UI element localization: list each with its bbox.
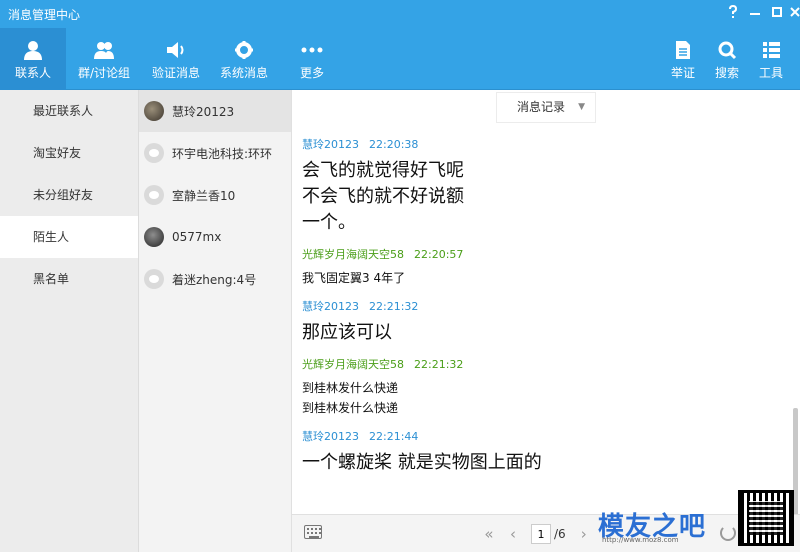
message-time: 22:21:32 [369, 300, 419, 313]
search-icon [718, 41, 737, 60]
message-time: 22:21:32 [414, 358, 464, 371]
tab-system-label: 系统消息 [219, 66, 268, 80]
contact-item[interactable]: 慧玲20123 [139, 90, 291, 132]
chat-history-panel: 消息记录 ▼ 慧玲20123 22:20:38 会飞的就觉得好飞呢 不会飞的就不好… [292, 90, 800, 552]
minimize-button[interactable] [747, 5, 763, 21]
pager: « ‹ /6 › [477, 523, 596, 545]
tools-label: 工具 [758, 66, 783, 80]
watermark-url: http://www.moz8.com [602, 536, 679, 544]
first-page-icon[interactable]: « [477, 525, 501, 543]
contact-item[interactable]: 室静兰香10 [139, 174, 291, 216]
contact-name: 室静兰香10 [172, 188, 236, 203]
message: 光辉岁月海阔天空58 22:21:32 到桂林发什么快递 到桂林发什么快递 [302, 356, 787, 418]
category-taobao-friends[interactable]: 淘宝好友 [0, 132, 138, 174]
tab-more-label: 更多 [299, 66, 324, 80]
message-line: 不会飞的就不好说额 [302, 186, 464, 207]
more-icon [301, 47, 323, 53]
gear-icon [235, 41, 253, 59]
message: 慧玲20123 22:21:32 那应该可以 [302, 298, 787, 346]
contact-list: 慧玲20123 环宇电池科技:环环 室静兰香10 0577mx 着迷zheng:… [139, 90, 292, 552]
group-icon [94, 42, 114, 59]
message-time: 22:21:44 [369, 430, 419, 443]
watermark-logo: 模友之吧 http://www.moz8.com [598, 500, 718, 546]
tab-contacts-label: 联系人 [14, 66, 51, 80]
search-button[interactable]: 搜索 [708, 28, 746, 90]
avatar [144, 227, 164, 247]
message-history-label: 消息记录 [517, 100, 566, 114]
contact-item[interactable]: 着迷zheng:4号 [139, 258, 291, 300]
report-label: 举证 [670, 66, 695, 80]
person-icon [24, 41, 42, 60]
pagination-bar: « ‹ /6 › [292, 514, 800, 552]
avatar [144, 143, 164, 163]
maximize-button[interactable] [769, 5, 785, 21]
tab-system[interactable]: 系统消息 [214, 28, 274, 90]
category-list: 最近联系人 淘宝好友 未分组好友 陌生人 黑名单 [0, 90, 139, 552]
list-icon [763, 42, 780, 58]
avatar [144, 101, 164, 121]
contact-name: 0577mx [172, 230, 222, 244]
message-line: 一个螺旋桨 就是实物图上面的 [302, 452, 542, 473]
contact-name: 慧玲20123 [172, 104, 235, 119]
message-time: 22:20:57 [414, 248, 464, 261]
next-page-icon[interactable]: › [572, 525, 596, 543]
help-icon[interactable] [725, 4, 741, 21]
sender-name[interactable]: 慧玲20123 [302, 138, 359, 151]
window-title: 消息管理中心 [8, 8, 81, 22]
message-history-dropdown[interactable]: 消息记录 ▼ [496, 92, 596, 123]
message-line: 那应该可以 [302, 322, 392, 343]
message-line: 到桂林发什么快递 [302, 381, 399, 395]
tab-groups[interactable]: 群/讨论组 [72, 28, 136, 90]
message-line: 会飞的就觉得好飞呢 [302, 160, 464, 181]
qr-code [738, 490, 794, 546]
category-ungrouped[interactable]: 未分组好友 [0, 174, 138, 216]
speaker-icon [167, 42, 184, 58]
document-icon [676, 41, 690, 59]
tools-button[interactable]: 工具 [752, 28, 790, 90]
prev-page-icon[interactable]: ‹ [501, 525, 525, 543]
sender-name[interactable]: 慧玲20123 [302, 430, 359, 443]
main-toolbar: 联系人 群/讨论组 验证消息 系统消息 更多 举证 搜索 工具 [0, 28, 800, 90]
message: 慧玲20123 22:20:38 会飞的就觉得好飞呢 不会飞的就不好说额 一个。 [302, 136, 787, 236]
tab-contacts[interactable]: 联系人 [0, 28, 66, 90]
message-list: 慧玲20123 22:20:38 会飞的就觉得好飞呢 不会飞的就不好说额 一个。 … [302, 136, 787, 508]
page-number-input[interactable] [531, 524, 551, 544]
avatar [144, 185, 164, 205]
title-bar: 消息管理中心 [0, 0, 800, 28]
sender-name[interactable]: 光辉岁月海阔天空58 [302, 358, 404, 371]
contact-name: 环宇电池科技:环环 [172, 146, 273, 161]
contact-name: 着迷zheng:4号 [172, 272, 257, 287]
report-button[interactable]: 举证 [664, 28, 702, 90]
message-time: 22:20:38 [369, 138, 419, 151]
search-label: 搜索 [714, 66, 739, 80]
contact-item[interactable]: 0577mx [139, 216, 291, 258]
keyboard-icon[interactable] [304, 525, 322, 539]
sender-name[interactable]: 慧玲20123 [302, 300, 359, 313]
message-line: 我飞固定翼3 4年了 [302, 271, 406, 285]
message: 光辉岁月海阔天空58 22:20:57 我飞固定翼3 4年了 [302, 246, 787, 288]
tab-more[interactable]: 更多 [288, 28, 336, 90]
avatar [144, 269, 164, 289]
category-recent[interactable]: 最近联系人 [0, 90, 138, 132]
tab-verify-label: 验证消息 [151, 66, 200, 80]
refresh-icon[interactable] [720, 525, 736, 541]
page-total: /6 [554, 527, 566, 541]
contact-item[interactable]: 环宇电池科技:环环 [139, 132, 291, 174]
category-blacklist[interactable]: 黑名单 [0, 258, 138, 300]
dropdown-caret-icon: ▼ [578, 102, 585, 112]
message-line: 到桂林发什么快递 [302, 401, 399, 415]
tab-groups-label: 群/讨论组 [77, 66, 131, 80]
message: 慧玲20123 22:21:44 一个螺旋桨 就是实物图上面的 [302, 428, 787, 476]
message-line: 一个。 [302, 212, 356, 233]
category-strangers[interactable]: 陌生人 [0, 216, 138, 258]
close-button[interactable] [787, 5, 800, 21]
tab-verify[interactable]: 验证消息 [146, 28, 206, 90]
sender-name[interactable]: 光辉岁月海阔天空58 [302, 248, 404, 261]
